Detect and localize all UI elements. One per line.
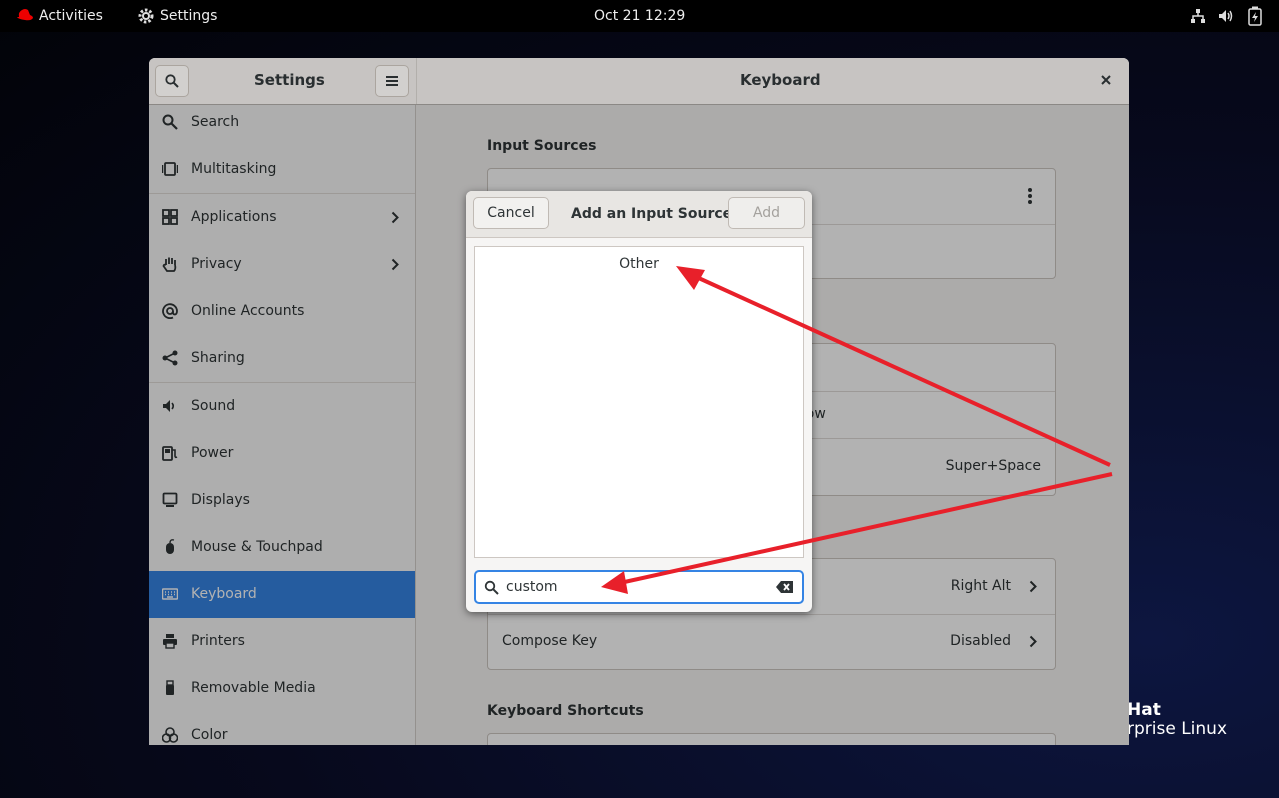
wallpaper-brand-line2: rprise Linux — [1127, 719, 1228, 739]
headerbar-dim-overlay — [149, 58, 1129, 104]
redhat-logo-icon — [17, 9, 33, 21]
clear-text-icon[interactable] — [776, 580, 794, 594]
add-button[interactable]: Add — [728, 197, 805, 229]
network-icon[interactable] — [1190, 8, 1206, 24]
activities-button[interactable]: Activities — [39, 0, 103, 32]
search-icon — [484, 580, 499, 595]
cancel-button[interactable]: Cancel — [473, 197, 549, 229]
list-item-other[interactable]: Other — [475, 247, 803, 282]
top-bar: Activities Settings Oct 21 12:29 — [0, 0, 1279, 32]
input-source-list: Other — [474, 246, 804, 558]
search-input[interactable]: custom — [474, 570, 804, 604]
search-input-value: custom — [506, 579, 558, 595]
add-input-source-dialog: Cancel Add an Input Source Add Other cus… — [466, 191, 812, 612]
dialog-headerbar: Cancel Add an Input Source Add — [466, 191, 812, 238]
dialog-title: Add an Input Source — [571, 206, 733, 222]
gear-icon — [138, 8, 154, 24]
app-menu[interactable]: Settings — [160, 0, 217, 32]
clock[interactable]: Oct 21 12:29 — [594, 0, 685, 32]
battery-icon[interactable] — [1248, 6, 1262, 26]
wallpaper-brand-line1: Hat — [1127, 700, 1161, 720]
volume-icon[interactable] — [1218, 8, 1234, 24]
